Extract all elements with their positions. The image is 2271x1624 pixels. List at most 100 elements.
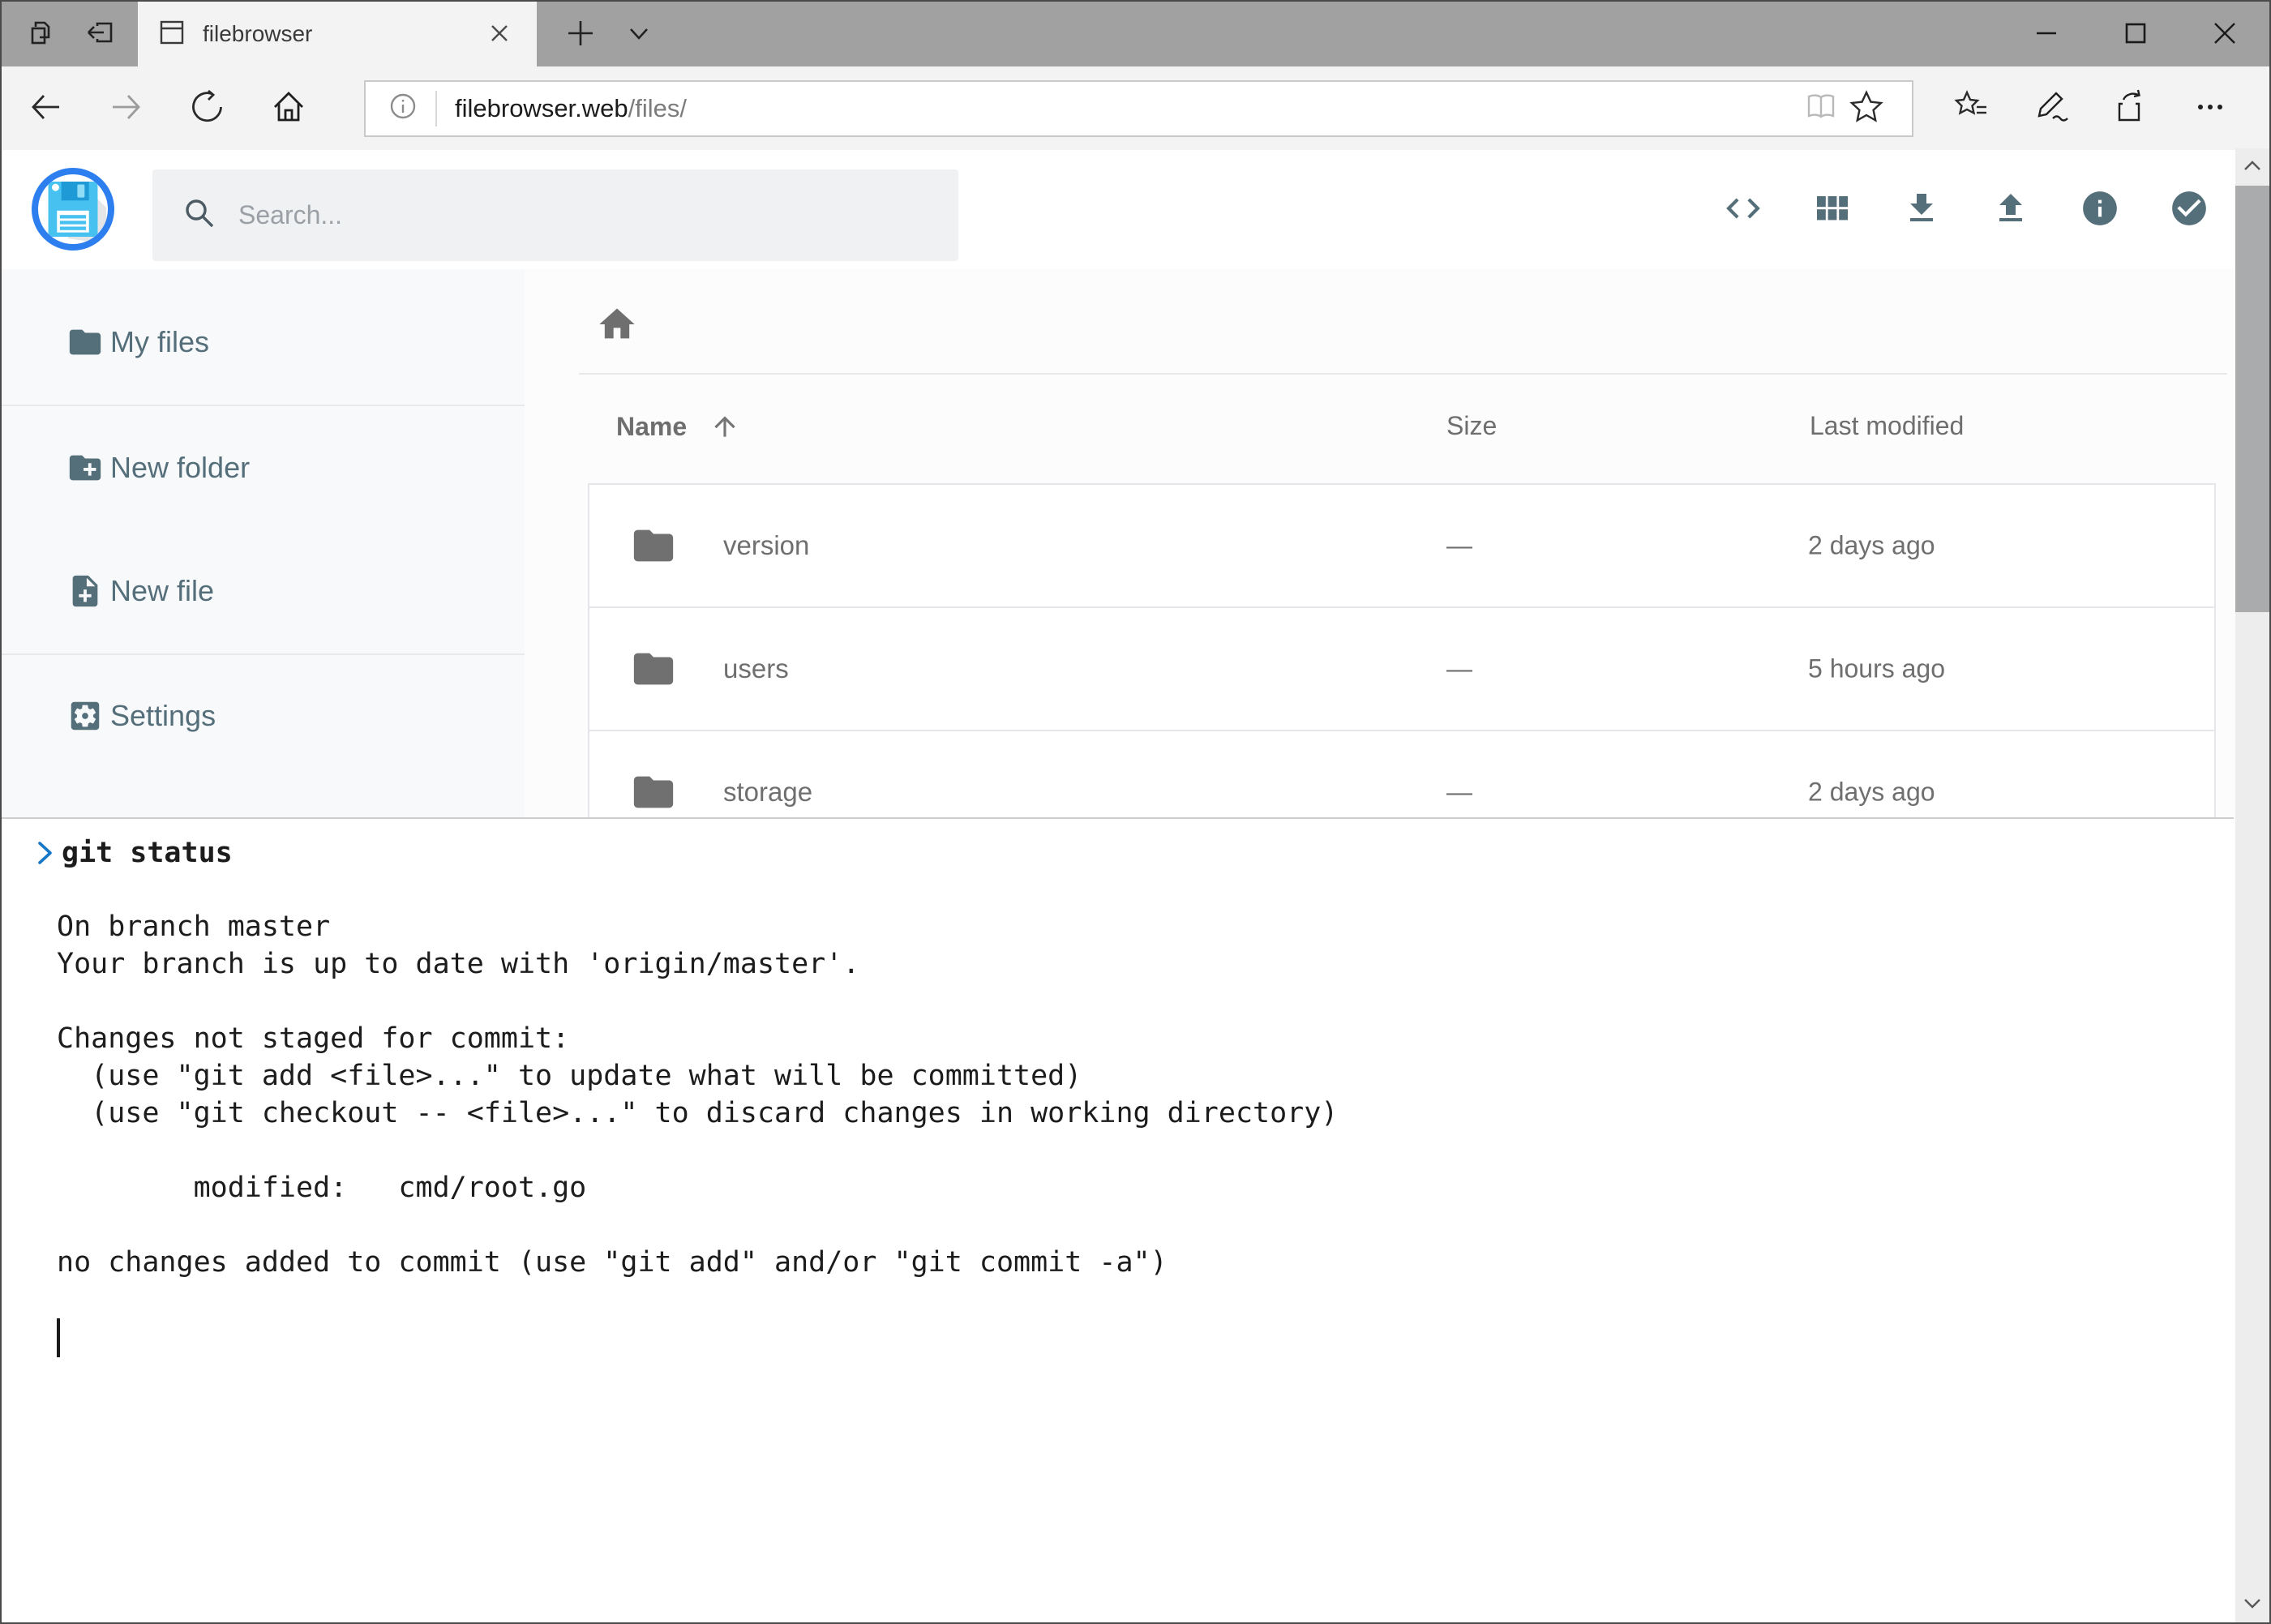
grid-icon — [1813, 189, 1852, 230]
url-text: filebrowser.web/files/ — [455, 94, 1798, 123]
share-button[interactable] — [2105, 83, 2157, 135]
search-input[interactable] — [238, 200, 887, 230]
home-filled-icon — [596, 336, 638, 348]
new-folder-icon — [66, 449, 104, 486]
close-window-button[interactable] — [2180, 2, 2269, 66]
grid-view-button[interactable] — [1814, 191, 1851, 229]
column-header-modified[interactable]: Last modified — [1810, 411, 1964, 441]
terminal-panel[interactable]: git status On branch master Your branch … — [2, 817, 2234, 1622]
back-button[interactable] — [19, 83, 71, 135]
search-icon — [182, 195, 217, 235]
file-modified: 5 hours ago — [1808, 654, 1945, 684]
home-button[interactable] — [263, 83, 315, 135]
site-info-icon[interactable] — [387, 90, 419, 126]
info-button[interactable] — [2081, 191, 2119, 229]
tab-close-button[interactable] — [482, 16, 517, 52]
folder-icon — [630, 645, 677, 692]
sidebar-item-new-folder[interactable]: New folder — [2, 427, 525, 508]
new-file-icon — [66, 572, 104, 610]
sidebar-item-my-files[interactable]: My files — [2, 302, 525, 383]
maximize-button[interactable] — [2091, 2, 2180, 66]
forward-arrow-icon — [108, 88, 145, 128]
check-circle-icon — [2169, 188, 2209, 231]
new-tab-button[interactable] — [551, 2, 610, 66]
url-host: filebrowser.web — [455, 94, 628, 122]
add-favorite-button[interactable] — [1844, 86, 1889, 131]
sidebar-item-settings[interactable]: Settings — [2, 675, 525, 756]
ellipsis-icon — [2192, 89, 2228, 127]
set-tabs-aside-icon — [84, 17, 117, 52]
reading-view-button[interactable] — [1798, 86, 1844, 131]
tab-tools — [2, 2, 130, 66]
scroll-up-button[interactable] — [2235, 148, 2269, 186]
terminal-command: git status — [62, 837, 233, 869]
download-icon — [1902, 189, 1941, 230]
tab-page-icon — [157, 18, 186, 51]
set-tabs-aside-button[interactable] — [71, 2, 130, 66]
terminal-cursor — [57, 1318, 60, 1357]
settings-gear-icon — [66, 697, 104, 735]
folder-icon — [630, 522, 677, 569]
sidebar-item-new-file[interactable]: New file — [2, 551, 525, 632]
tab-preview-button[interactable] — [13, 2, 71, 66]
address-bar[interactable]: filebrowser.web/files/ — [364, 80, 1913, 137]
column-label: Name — [616, 412, 687, 442]
search-box[interactable] — [152, 169, 958, 261]
code-icon — [1723, 188, 1763, 231]
close-icon — [2210, 19, 2239, 50]
file-row-users[interactable]: users — 5 hours ago — [589, 608, 2214, 731]
sidebar-item-label: New folder — [110, 451, 250, 485]
select-multiple-button[interactable] — [2170, 191, 2208, 229]
raw-code-button[interactable] — [1725, 191, 1762, 229]
sidebar-item-label: Settings — [110, 699, 216, 733]
minimize-icon — [2033, 19, 2060, 49]
window-controls — [2002, 2, 2269, 66]
column-label: Size — [1446, 411, 1497, 441]
file-name: users — [723, 653, 789, 684]
browser-tab[interactable]: filebrowser — [138, 2, 537, 66]
maximize-icon — [2122, 19, 2149, 49]
folder-icon — [630, 769, 677, 816]
url-path: /files/ — [628, 94, 687, 122]
filebrowser-logo[interactable] — [32, 168, 114, 251]
upload-icon — [1991, 189, 2030, 230]
column-header-name[interactable]: Name — [616, 411, 740, 442]
home-icon — [269, 88, 308, 129]
browser-nav-bar: filebrowser.web/files/ — [2, 66, 2269, 150]
tab-preview-icon — [26, 17, 58, 52]
tab-title: filebrowser — [203, 21, 465, 47]
sidebar-item-label: New file — [110, 574, 214, 608]
chevron-down-icon — [624, 19, 653, 50]
star-icon — [1848, 88, 1885, 128]
upload-button[interactable] — [1992, 191, 2029, 229]
file-modified: 2 days ago — [1808, 778, 1935, 808]
page-scrollbar[interactable] — [2235, 148, 2269, 1622]
plus-icon — [565, 18, 596, 51]
back-arrow-icon — [27, 88, 64, 128]
tab-list-button[interactable] — [610, 2, 668, 66]
sidebar-divider — [2, 405, 525, 406]
file-name: storage — [723, 777, 812, 808]
book-icon — [1803, 89, 1839, 127]
settings-more-button[interactable] — [2184, 83, 2236, 135]
folder-icon — [66, 324, 104, 361]
file-modified: 2 days ago — [1808, 531, 1935, 561]
star-list-icon — [1952, 88, 1991, 129]
favorites-hub-button[interactable] — [1946, 83, 1998, 135]
listing-card: version — 2 days ago users — 5 hours ago — [588, 483, 2216, 864]
chevron-down-icon — [2242, 1592, 2263, 1616]
file-size: — — [1446, 778, 1472, 808]
breadcrumb-home-button[interactable] — [596, 303, 638, 345]
forward-button[interactable] — [101, 83, 152, 135]
file-row-version[interactable]: version — 2 days ago — [589, 485, 2214, 608]
column-header-size[interactable]: Size — [1446, 411, 1497, 441]
pen-icon — [2032, 88, 2071, 129]
minimize-button[interactable] — [2002, 2, 2091, 66]
refresh-icon — [189, 88, 226, 128]
scroll-down-button[interactable] — [2235, 1585, 2269, 1622]
web-notes-button[interactable] — [2025, 83, 2077, 135]
download-button[interactable] — [1903, 191, 1940, 229]
refresh-button[interactable] — [182, 83, 234, 135]
toolbar-actions — [1946, 83, 2236, 135]
scrollbar-thumb[interactable] — [2235, 186, 2269, 612]
